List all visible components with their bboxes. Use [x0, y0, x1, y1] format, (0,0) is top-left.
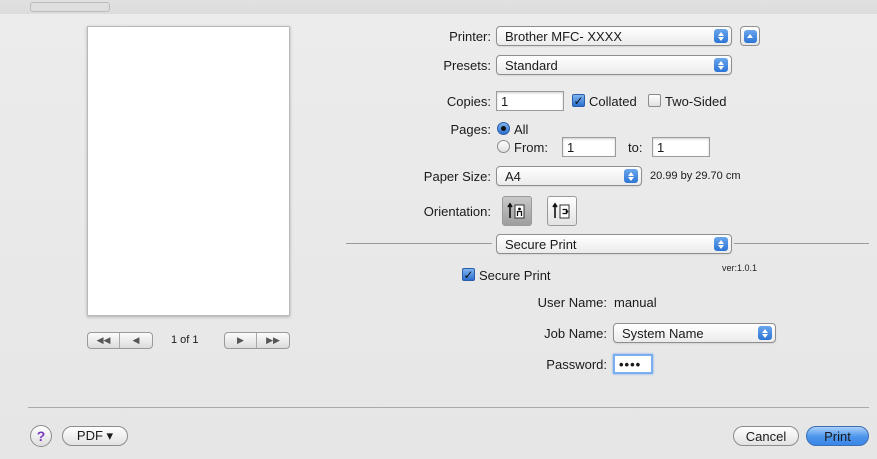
paper-size-value: A4: [505, 168, 521, 184]
page-counter: 1 of 1: [171, 334, 199, 346]
window-top-strip: [0, 0, 877, 14]
copies-label: Copies:: [446, 94, 491, 109]
pdf-menu-button[interactable]: PDF ▾: [62, 426, 128, 446]
popup-arrows-icon: [714, 237, 728, 251]
popup-arrows-icon: [758, 326, 772, 340]
help-button[interactable]: ?: [30, 425, 52, 447]
popup-arrows-icon: [714, 58, 728, 72]
cancel-button[interactable]: Cancel: [733, 426, 799, 446]
user-name-value: manual: [614, 295, 657, 310]
paper-size-popup[interactable]: A4: [496, 166, 642, 186]
secure-print-checkbox[interactable]: [462, 268, 475, 281]
printer-label: Printer:: [449, 29, 491, 44]
pdf-label: PDF ▾: [76, 428, 114, 443]
footer-divider: [28, 407, 869, 408]
paper-dimensions: 20.99 by 29.70 cm: [650, 170, 741, 182]
print-label: Print: [824, 428, 851, 444]
job-name-value: System Name: [622, 325, 704, 341]
copies-field[interactable]: 1: [496, 91, 564, 111]
print-button[interactable]: Print: [806, 426, 869, 446]
help-icon: ?: [36, 428, 46, 444]
user-name-label: User Name:: [537, 295, 607, 310]
orientation-label: Orientation:: [423, 204, 491, 219]
preview-forward-nav: ▶ ▶▶: [224, 332, 290, 349]
landscape-icon: [552, 202, 570, 219]
section-divider-left: [346, 243, 492, 244]
previous-page-icon[interactable]: ◀: [120, 333, 152, 348]
pages-to-field[interactable]: 1: [652, 137, 710, 157]
two-sided-label: Two-Sided: [665, 94, 727, 109]
job-name-popup[interactable]: System Name: [613, 323, 776, 343]
collated-checkbox[interactable]: [572, 94, 585, 107]
pages-all-label: All: [514, 122, 529, 137]
pages-to-label: to:: [628, 140, 643, 155]
pages-label: Pages:: [450, 122, 491, 137]
preview-back-nav: ◀◀ ◀: [87, 332, 153, 349]
two-sided-checkbox[interactable]: [648, 94, 661, 107]
section-value: Secure Print: [505, 236, 577, 252]
collapse-triangle-icon: [743, 29, 757, 43]
section-popup[interactable]: Secure Print: [496, 234, 732, 254]
version-label: ver:1.0.1: [722, 263, 758, 273]
printer-popup[interactable]: Brother MFC- XXXX: [496, 26, 732, 46]
background-tab: [30, 2, 110, 12]
presets-value: Standard: [505, 57, 558, 73]
page-preview: [87, 26, 290, 316]
presets-popup[interactable]: Standard: [496, 55, 732, 75]
last-page-icon[interactable]: ▶▶: [257, 333, 289, 348]
next-page-icon[interactable]: ▶: [225, 333, 257, 348]
portrait-icon: [507, 202, 525, 219]
collapse-details-button[interactable]: [740, 26, 760, 46]
popup-arrows-icon: [714, 29, 728, 43]
printer-value: Brother MFC- XXXX: [505, 28, 623, 44]
orientation-landscape-button[interactable]: [547, 196, 577, 226]
paper-size-label: Paper Size:: [423, 169, 491, 184]
password-label: Password:: [546, 357, 607, 372]
job-name-label: Job Name:: [544, 326, 607, 341]
pages-from-radio[interactable]: [497, 140, 510, 153]
orientation-portrait-button[interactable]: [502, 196, 532, 226]
pages-all-radio[interactable]: [497, 122, 510, 135]
password-field[interactable]: ••••: [613, 354, 653, 374]
secure-print-label: Secure Print: [479, 268, 551, 283]
cancel-label: Cancel: [745, 428, 787, 444]
first-page-icon[interactable]: ◀◀: [88, 333, 120, 348]
pages-from-label: From:: [514, 140, 548, 155]
pages-from-field[interactable]: 1: [562, 137, 616, 157]
collated-label: Collated: [589, 94, 637, 109]
section-divider-right: [734, 243, 869, 244]
presets-label: Presets:: [443, 58, 491, 73]
popup-arrows-icon: [624, 169, 638, 183]
